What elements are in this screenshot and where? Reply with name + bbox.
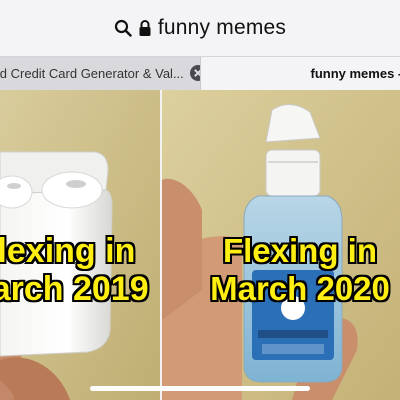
left-caption-line2: March 2019 bbox=[0, 270, 149, 308]
right-caption-line1: Flexing in bbox=[222, 232, 377, 269]
url-field[interactable]: funny memes bbox=[8, 6, 392, 50]
right-caption-line2: March 2020 bbox=[210, 270, 390, 307]
left-caption-line1: Flexing in bbox=[0, 232, 136, 270]
address-bar: funny memes bbox=[0, 0, 400, 56]
tab-title: lid Credit Card Generator & Val... bbox=[0, 66, 184, 81]
tab-funny-memes[interactable]: funny memes - G bbox=[200, 57, 400, 90]
meme-image: Flexing in March 2019 Flexing in March 2… bbox=[0, 90, 400, 400]
right-caption: Flexing in March 2020 bbox=[200, 232, 400, 308]
home-indicator[interactable] bbox=[90, 386, 310, 391]
tab-credit-card-generator[interactable]: lid Credit Card Generator & Val... bbox=[0, 57, 201, 90]
search-query: funny memes bbox=[157, 16, 287, 39]
tab-strip: lid Credit Card Generator & Val... funny… bbox=[0, 56, 400, 90]
lock-icon bbox=[138, 19, 152, 37]
search-icon bbox=[114, 19, 132, 37]
tab-title: funny memes - G bbox=[310, 66, 400, 81]
close-icon[interactable] bbox=[188, 63, 200, 86]
left-caption: Flexing in March 2019 bbox=[0, 232, 156, 308]
